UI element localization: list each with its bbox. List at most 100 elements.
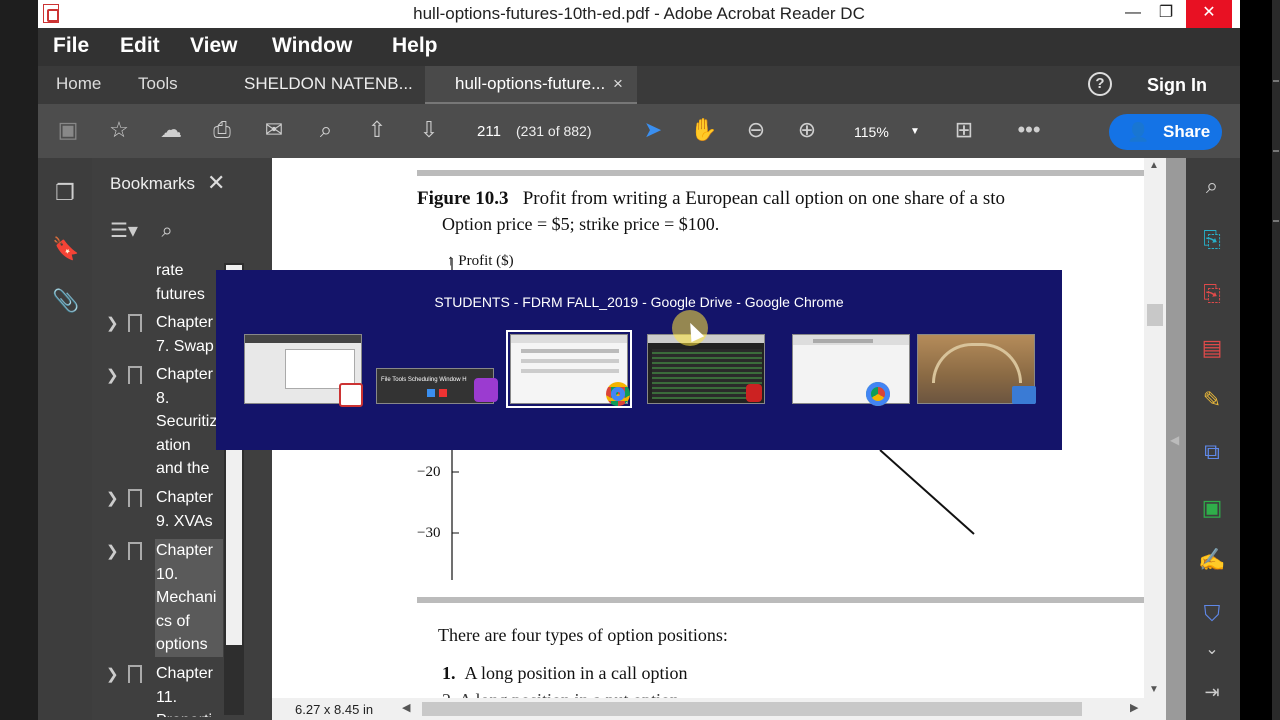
- app-icon: [746, 384, 762, 402]
- expand-caret-icon[interactable]: ❯: [106, 665, 119, 683]
- page-thumbnails-icon[interactable]: ❐: [52, 180, 78, 206]
- chevron-down-icon: ▼: [910, 126, 920, 137]
- bookmark-line: cs of: [156, 612, 190, 630]
- close-button[interactable]: ✕: [1186, 0, 1232, 28]
- page-count: (231 of 882): [516, 123, 592, 139]
- zoom-in-icon[interactable]: ⊕: [793, 116, 821, 144]
- bookmark-item-selected[interactable]: Chapter 10. Mechani cs of options: [155, 539, 223, 657]
- bookmark-line: options: [156, 636, 208, 653]
- attachments-icon[interactable]: 📎: [52, 288, 79, 314]
- bookmark-icon: [128, 314, 142, 332]
- scroll-left-icon[interactable]: ◀: [402, 701, 410, 714]
- hand-tool-icon[interactable]: ✋: [690, 116, 718, 144]
- next-page-icon[interactable]: ⇩: [415, 116, 443, 144]
- document-vertical-scrollbar[interactable]: ▲ ▼: [1144, 158, 1166, 698]
- scroll-up-icon[interactable]: ▲: [1149, 160, 1159, 171]
- bookmarks-icon[interactable]: 🔖: [52, 236, 79, 262]
- bookmark-line: Chapter: [156, 542, 213, 559]
- expand-caret-icon[interactable]: ❯: [106, 489, 119, 507]
- bookmark-item[interactable]: Chapter 9. XVAs: [156, 486, 226, 533]
- edit-pdf-icon[interactable]: ▤: [1198, 334, 1226, 362]
- combine-files-icon[interactable]: ⧉: [1198, 438, 1226, 466]
- select-cursor-icon[interactable]: ➤: [639, 116, 667, 144]
- list-number: 1.: [442, 663, 456, 683]
- protect-shield-icon[interactable]: ⛉: [1198, 600, 1226, 628]
- menu-window[interactable]: Window: [272, 34, 352, 58]
- sign-in-link[interactable]: Sign In: [1147, 75, 1207, 96]
- collapse-tools-icon[interactable]: ◀: [1170, 433, 1179, 447]
- bookmark-line: and the: [156, 460, 210, 477]
- zoom-search-icon[interactable]: ⌕: [1198, 172, 1226, 200]
- bookmark-line: Properti: [156, 709, 226, 717]
- switcher-caption: STUDENTS - FDRM FALL_2019 - Google Drive…: [434, 294, 844, 310]
- close-panel-icon[interactable]: ✕: [207, 170, 225, 196]
- options-chrome-window[interactable]: [792, 334, 910, 404]
- chrome-icon: [606, 382, 630, 406]
- window-title: hull-options-futures-10th-ed.pdf - Adobe…: [413, 4, 865, 23]
- tab-tools[interactable]: Tools: [138, 74, 178, 94]
- maximize-button[interactable]: ❐: [1143, 0, 1189, 28]
- bookmark-line: Chapter: [156, 665, 213, 682]
- scroll-right-icon[interactable]: ▶: [1130, 701, 1138, 714]
- more-tools-icon[interactable]: •••: [1015, 116, 1043, 144]
- expand-caret-icon[interactable]: ❯: [106, 314, 119, 332]
- figure-bottom-rule: [417, 597, 1144, 603]
- bookmark-icon: [128, 542, 142, 560]
- list-item: 2. A long position in a put option: [442, 690, 679, 698]
- previous-page-icon[interactable]: ⇧: [363, 116, 391, 144]
- export-pdf-icon[interactable]: ⎘: [1198, 226, 1226, 254]
- zoom-value: 115%: [854, 124, 889, 140]
- print-icon[interactable]: ⎙: [208, 116, 236, 144]
- collapse-panel-icon[interactable]: ⇥: [1198, 678, 1226, 706]
- body-paragraph: There are four types of option positions…: [438, 625, 728, 645]
- menu-edit[interactable]: Edit: [120, 34, 160, 58]
- document-status-bar: 6.27 x 8.45 in ◀ ▶: [272, 698, 1166, 720]
- pdf-icon: [339, 383, 363, 407]
- main-toolbar: ▣ ☆ ☁ ⎙ ✉ ⌕ ⇧ ⇩ 211 (231 of 882) ➤ ✋ ⊖ ⊕…: [38, 104, 1240, 158]
- tab-sheldon-natenberg[interactable]: SHELDON NATENB...: [244, 74, 413, 94]
- page-fit-icon[interactable]: ⊞: [950, 116, 978, 144]
- expand-caret-icon[interactable]: ❯: [106, 542, 119, 560]
- share-label: Share: [1163, 122, 1211, 141]
- bookmark-icon: [128, 489, 142, 507]
- tab-hull-options-label: hull-options-future...: [455, 74, 606, 93]
- bookmark-options-icon[interactable]: ☰▾ ⌕: [110, 218, 173, 243]
- bookmarks-header: Bookmarks: [110, 174, 196, 193]
- tab-close-icon[interactable]: ×: [613, 74, 623, 94]
- window-thumb-label: File Tools Scheduling Window H: [381, 377, 467, 383]
- zoom-out-icon[interactable]: ⊖: [742, 116, 770, 144]
- page-number-input[interactable]: 211: [467, 121, 511, 143]
- share-button[interactable]: 👤 Share: [1109, 114, 1222, 150]
- tab-home[interactable]: Home: [56, 74, 101, 94]
- horizontal-scrollbar-thumb[interactable]: [422, 702, 1082, 716]
- menu-help[interactable]: Help: [392, 34, 438, 58]
- menu-file[interactable]: File: [53, 34, 89, 58]
- fill-sign-icon[interactable]: ✍: [1198, 546, 1226, 574]
- organize-pages-icon[interactable]: ▣: [1198, 494, 1226, 522]
- strip-tick: [1273, 220, 1279, 222]
- upload-cloud-icon[interactable]: ☁: [157, 116, 185, 144]
- find-bookmark-icon[interactable]: ⌕: [162, 220, 173, 242]
- email-icon[interactable]: ✉: [260, 116, 288, 144]
- desktop-icon: [1012, 386, 1036, 404]
- tab-hull-options[interactable]: hull-options-future... ×: [425, 66, 637, 104]
- zoom-select[interactable]: 115% ▼: [846, 121, 926, 143]
- help-icon[interactable]: ?: [1088, 72, 1112, 96]
- menu-view[interactable]: View: [190, 34, 237, 58]
- save-icon[interactable]: ▣: [54, 116, 82, 144]
- bookmark-item[interactable]: Chapter 11. Properti: [156, 662, 226, 717]
- search-icon[interactable]: ⌕: [312, 116, 340, 144]
- expand-caret-icon[interactable]: ❯: [106, 366, 119, 384]
- left-nav-rail: ❐ 🔖 📎: [38, 158, 92, 720]
- bookmark-star-icon[interactable]: ☆: [105, 116, 133, 144]
- page-size-readout: 6.27 x 8.45 in: [295, 702, 374, 717]
- scrollbar-thumb[interactable]: [1147, 304, 1163, 326]
- scroll-down-icon[interactable]: ▼: [1149, 684, 1159, 695]
- comment-icon[interactable]: ✎: [1198, 386, 1226, 414]
- create-pdf-icon[interactable]: ⎘: [1198, 280, 1226, 308]
- list-item: 1. A long position in a call option: [442, 663, 688, 684]
- bookmark-line: Chapter: [156, 489, 213, 506]
- video-icon: [474, 378, 498, 402]
- chevron-down-icon[interactable]: ⌄: [1198, 636, 1226, 664]
- bookmark-icon: [128, 366, 142, 384]
